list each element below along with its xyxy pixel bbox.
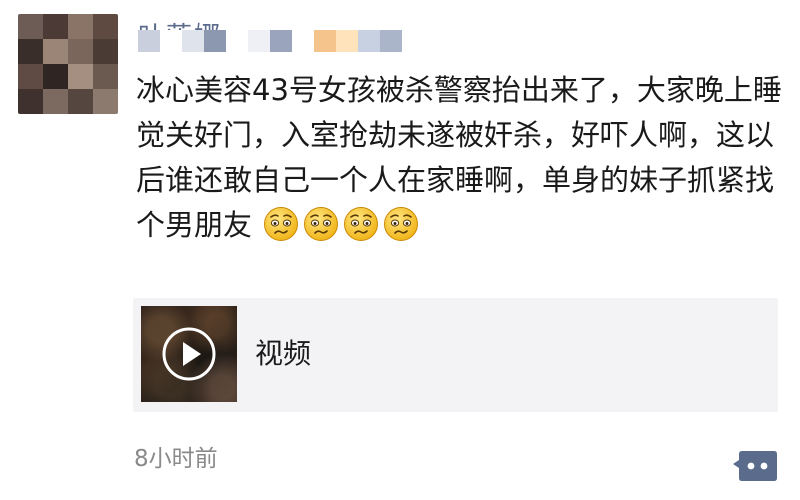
avatar-tile: [18, 64, 43, 89]
post-timestamp: 8小时前: [134, 446, 218, 472]
worried-face-icon: [344, 207, 379, 241]
avatar-tile: [68, 64, 93, 89]
worried-face-icon: [384, 207, 419, 241]
avatar-tile: [68, 89, 93, 114]
avatar-tile: [93, 64, 118, 89]
avatar-tile: [43, 39, 68, 64]
avatar-tile: [43, 89, 68, 114]
video-card[interactable]: 视频: [133, 298, 778, 412]
worried-face-icon: [264, 207, 299, 241]
avatar-tile: [93, 39, 118, 64]
username[interactable]: 叶莲娜: [138, 18, 402, 52]
avatar-tile: [18, 14, 43, 39]
worried-face-icon: [304, 207, 339, 241]
avatar-tile: [18, 89, 43, 114]
avatar-tile: [93, 89, 118, 114]
avatar-tile: [68, 14, 93, 39]
video-label[interactable]: 视频: [255, 336, 311, 372]
comment-button[interactable]: [732, 448, 778, 484]
username-mosaic: [138, 30, 402, 52]
video-thumbnail[interactable]: [141, 306, 237, 402]
avatar-tile: [43, 14, 68, 39]
avatar-tile: [43, 64, 68, 89]
post-text: 冰心美容43号女孩被杀警察抬出来了，大家晚上睡觉关好门，入室抢劫未遂被奸杀，好吓…: [136, 68, 786, 248]
comment-dots-icon[interactable]: [732, 448, 778, 484]
avatar-tile: [18, 39, 43, 64]
play-icon[interactable]: [161, 326, 217, 382]
avatar-tile: [93, 14, 118, 39]
avatar[interactable]: [18, 14, 118, 114]
post-body: 冰心美容43号女孩被杀警察抬出来了，大家晚上睡觉关好门，入室抢劫未遂被奸杀，好吓…: [136, 73, 782, 242]
avatar-tile: [68, 39, 93, 64]
